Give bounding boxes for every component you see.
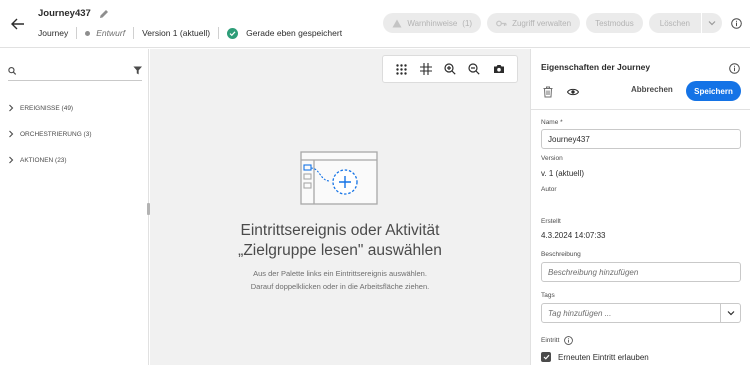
description-field[interactable]: [541, 262, 741, 282]
chevron-down-icon: [708, 21, 716, 26]
info-icon[interactable]: [730, 17, 742, 29]
version-label: Version 1 (aktuell): [142, 28, 211, 38]
title-row: Journey437: [38, 8, 109, 19]
properties-actions: Abbrechen Speichern: [531, 81, 750, 105]
search-input[interactable]: [22, 66, 133, 75]
zoom-out-icon: [468, 63, 480, 75]
palette-panel: EREIGNISSE (49) ORCHESTRIERUNG (3) AKTIO…: [0, 49, 149, 365]
save-status-label: Gerade eben gespeichert: [246, 28, 343, 38]
palette-search: [8, 61, 142, 81]
info-icon[interactable]: [564, 336, 574, 345]
check-circle-icon: [227, 27, 239, 39]
created-value: 4.3.2024 14:07:33: [541, 231, 606, 240]
created-field-label: Erstellt: [541, 218, 561, 225]
key-icon: [496, 20, 507, 26]
entry-field-label: Eintritt: [541, 336, 574, 345]
palette-category-events[interactable]: EREIGNISSE (49): [8, 95, 92, 121]
delete-journey-button[interactable]: [541, 85, 555, 99]
divider: [218, 27, 220, 39]
description-field-label: Beschreibung: [541, 251, 581, 258]
version-value: v. 1 (aktuell): [541, 169, 584, 178]
grid-icon: [395, 63, 407, 75]
empty-state-subtitle: Darauf doppelklicken oder in die Arbeits…: [250, 282, 430, 291]
palette-category-label: EREIGNISSE (49): [20, 104, 74, 112]
back-button[interactable]: [10, 16, 26, 32]
palette-category-label: AKTIONEN (23): [20, 156, 67, 164]
journey-type-label: Journey: [38, 28, 69, 38]
zoom-in-button[interactable]: [441, 60, 459, 78]
required-marker: *: [560, 119, 563, 126]
divider: [133, 27, 135, 39]
palette-category-orchestration[interactable]: ORCHESTRIERUNG (3): [8, 121, 92, 147]
header-actions: Warnhinweise (1) Zugriff verwalten Testm…: [383, 13, 742, 33]
chevron-right-icon: [8, 104, 16, 112]
meta-row: Journey Entwurf Version 1 (aktuell) Gera…: [38, 27, 342, 39]
cancel-button[interactable]: Abbrechen: [631, 85, 673, 94]
tags-input[interactable]: [541, 303, 721, 323]
delete-split-button: Löschen: [648, 13, 722, 33]
properties-title: Eigenschaften der Journey: [541, 62, 651, 72]
manage-access-label: Zugriff verwalten: [512, 18, 572, 28]
back-arrow-icon: [11, 18, 24, 30]
empty-state-title: Eintrittsereignis oder Aktivität: [240, 222, 440, 239]
warnings-count: (1): [462, 18, 473, 28]
reentry-label: Erneuten Eintritt erlauben: [558, 352, 649, 362]
warnings-label: Warnhinweise: [407, 18, 458, 28]
pencil-icon[interactable]: [99, 9, 109, 19]
info-icon[interactable]: [728, 62, 740, 74]
test-mode-label: Testmodus: [595, 18, 634, 28]
filter-icon[interactable]: [133, 65, 142, 76]
warning-icon: [392, 19, 402, 27]
warnings-button[interactable]: Warnhinweise (1): [383, 13, 482, 33]
chevron-right-icon: [8, 156, 16, 164]
name-field[interactable]: [541, 129, 741, 149]
app-header: Journey437 Journey Entwurf Version 1 (ak…: [0, 0, 750, 48]
status-dot: [85, 30, 91, 36]
manage-access-button[interactable]: Zugriff verwalten: [487, 13, 581, 33]
chevron-right-icon: [8, 130, 16, 138]
zoom-in-icon: [444, 63, 456, 75]
name-label: Name: [541, 119, 559, 126]
camera-icon: [493, 65, 504, 73]
name-field-label: Name *: [541, 119, 563, 126]
delete-label: Löschen: [659, 18, 690, 28]
divider: [76, 27, 78, 39]
more-actions-button[interactable]: [702, 13, 722, 33]
grid-button[interactable]: [392, 60, 410, 78]
divider: [531, 109, 750, 110]
status-label: Entwurf: [96, 28, 126, 38]
palette-category-actions[interactable]: AKTIONEN (23): [8, 147, 92, 173]
canvas-toolbar: [382, 55, 518, 83]
empty-state-title: „Zielgruppe lesen" auswählen: [238, 242, 442, 259]
delete-button[interactable]: Löschen: [648, 13, 701, 33]
palette-tree: EREIGNISSE (49) ORCHESTRIERUNG (3) AKTIO…: [8, 95, 92, 173]
eye-icon: [567, 88, 579, 96]
trash-icon: [543, 86, 553, 98]
properties-panel: Eigenschaften der Journey Abbrechen Spei…: [530, 49, 750, 365]
chevron-down-icon: [727, 311, 734, 316]
author-field-label: Autor: [541, 186, 557, 193]
empty-state-subtitle: Aus der Palette links ein Eintrittsereig…: [253, 269, 427, 278]
journey-canvas[interactable]: Eintrittsereignis oder Aktivität „Zielgr…: [150, 49, 530, 365]
zoom-out-button[interactable]: [465, 60, 483, 78]
fit-icon: [419, 63, 432, 75]
version-field-label: Version: [541, 155, 563, 162]
tags-field-label: Tags: [541, 292, 555, 299]
test-mode-button[interactable]: Testmodus: [586, 13, 643, 33]
empty-canvas-illustration: [300, 151, 378, 205]
screenshot-button[interactable]: [490, 60, 508, 78]
reentry-checkbox-row[interactable]: Erneuten Eintritt erlauben: [541, 352, 649, 362]
search-icon: [8, 66, 17, 75]
palette-category-label: ORCHESTRIERUNG (3): [20, 130, 92, 138]
tags-combobox: [541, 303, 741, 323]
tags-dropdown-button[interactable]: [721, 303, 741, 323]
preview-button[interactable]: [566, 85, 580, 99]
entry-label: Eintritt: [541, 337, 560, 344]
fit-to-screen-button[interactable]: [417, 60, 435, 78]
checkbox-checked-icon[interactable]: [541, 352, 551, 362]
save-button[interactable]: Speichern: [686, 81, 741, 101]
journey-title: Journey437: [38, 8, 91, 19]
